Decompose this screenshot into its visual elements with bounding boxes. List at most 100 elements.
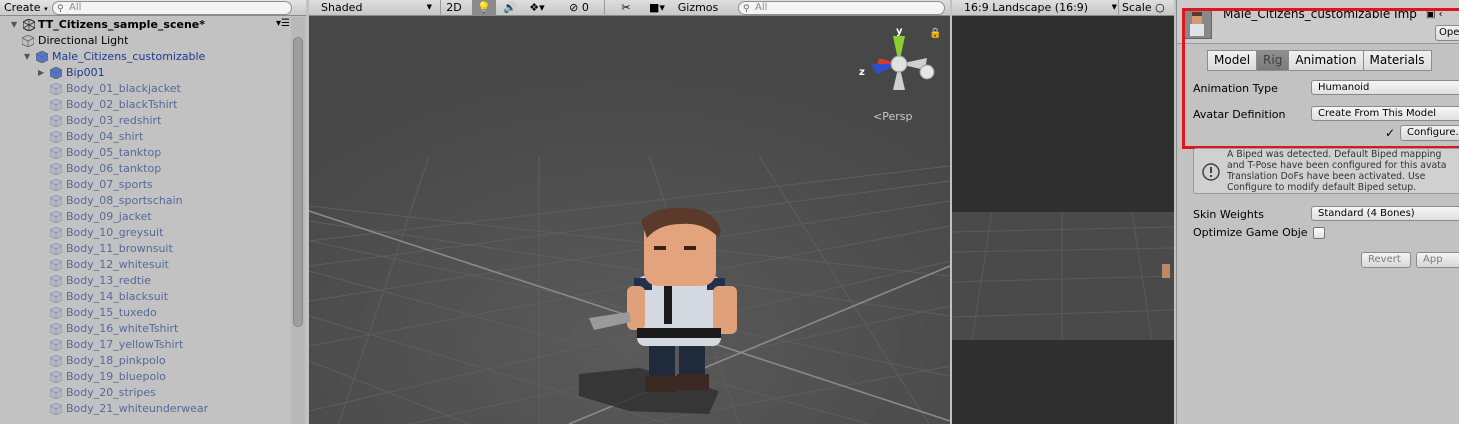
hierarchy-item[interactable]: Body_10_greysuit [0,225,292,241]
shading-mode-label: Shaded [321,1,363,14]
lighting-toggle-icon[interactable]: 💡 [472,0,496,16]
hierarchy-scrollbar-thumb[interactable] [293,37,303,327]
hierarchy-item-label: Body_08_sportschain [66,194,183,207]
hidden-objects-toggle[interactable]: ⊘ 0 [563,0,595,16]
gameobject-cube-icon [22,35,34,47]
hierarchy-item[interactable]: Body_16_whiteTshirt [0,321,292,337]
hierarchy-search-input[interactable]: ⚲ All [52,1,292,15]
gameobject-cube-icon [50,307,62,319]
create-label: Create [4,1,41,14]
hierarchy-item-label: Body_03_redshirt [66,114,162,127]
hierarchy-item[interactable]: Body_03_redshirt [0,113,292,129]
hierarchy-item[interactable]: Body_01_blackjacket [0,81,292,97]
hierarchy-item[interactable]: Body_06_tanktop [0,161,292,177]
gizmos-dropdown[interactable]: Gizmos ▼ [676,0,720,29]
collapse-arrow-icon[interactable]: ▶ [38,65,44,81]
eye-slash-icon: ⊘ [569,1,579,14]
hierarchy-item-label: Body_09_jacket [66,210,152,223]
hierarchy-item[interactable]: Body_18_pinkpolo [0,353,292,369]
gameobject-cube-icon [50,195,62,207]
skin-weights-value: Standard (4 Bones) [1318,208,1415,219]
hierarchy-item-label: Body_06_tanktop [66,162,162,175]
search-icon: ⚲ [57,4,64,14]
game-letterbox-top [952,16,1174,212]
hierarchy-item[interactable]: Body_11_brownsuit [0,241,292,257]
gameobject-cube-icon [50,259,62,271]
mode-2d-button[interactable]: 2D [442,0,466,16]
scene-toolbar: Shaded ▼ 2D 💡 🔊 ❖▾ ⊘ 0 ✂ ■▾ Gizmos ▼ ⚲ A… [309,0,950,29]
inspector-panel: Male_Citizens_customizable Imp ▣ ‹ Ope M… [1176,0,1459,424]
hierarchy-item[interactable]: Body_08_sportschain [0,193,292,209]
hierarchy-toolbar: Create ▾ ⚲ All [0,0,306,16]
effects-toggle-icon[interactable]: ❖▾ [525,0,549,16]
hierarchy-item-label: Body_12_whitesuit [66,258,169,271]
revert-button[interactable]: Revert [1361,252,1411,268]
scene-viewport[interactable] [309,16,950,424]
gizmos-label: Gizmos [677,1,719,14]
hierarchy-item-label: Body_20_stripes [66,386,156,399]
camera-icon[interactable]: ■▾ [645,0,669,16]
audio-toggle-icon[interactable]: 🔊 [499,0,521,16]
help-line: Configure to modify default Biped setup. [1227,182,1417,193]
create-button[interactable]: Create ▾ [0,0,52,16]
hierarchy-item-label: Body_14_blacksuit [66,290,169,303]
gameobject-cube-icon [50,371,62,383]
hierarchy-item[interactable]: Body_07_sports [0,177,292,193]
scene-search-input[interactable]: ⚲ All [738,1,945,15]
game-character-tiny [1162,264,1170,278]
optimize-game-objects-checkbox[interactable] [1313,227,1325,239]
hierarchy-item-label: Body_19_bluepolo [66,370,167,383]
gameobject-cube-icon [36,51,48,63]
gameobject-cube-icon [50,387,62,399]
hierarchy-item[interactable]: Body_02_blackTshirt [0,97,292,113]
skin-weights-dropdown[interactable]: Standard (4 Bones) [1311,206,1459,221]
hierarchy-item-label: Body_21_whiteunderwear [66,402,209,415]
game-view[interactable]: 16:9 Landscape (16:9) ▼ Scale ○ [952,0,1174,424]
info-icon [1202,163,1220,181]
hierarchy-item[interactable]: Body_20_stripes [0,385,292,401]
hierarchy-item[interactable]: Body_14_blacksuit [0,289,292,305]
hierarchy-item[interactable]: Body_21_whiteunderwear [0,401,292,417]
game-viewport[interactable] [952,212,1174,340]
lock-icon[interactable]: 🔒 [929,28,941,39]
scale-slider[interactable]: Scale ○ [1122,0,1172,16]
scene-view[interactable]: Shaded ▼ 2D 💡 🔊 ❖▾ ⊘ 0 ✂ ■▾ Gizmos ▼ ⚲ A… [309,0,950,424]
gameobject-cube-icon [50,291,62,303]
hierarchy-item[interactable]: Body_04_shirt [0,129,292,145]
help-line: Translation DoFs have been activated. Us… [1227,171,1426,182]
hierarchy-item-label: Body_05_tanktop [66,146,162,159]
scene-root-row[interactable]: ▼ TT_Citizens_sample_scene* ▾☰ [0,17,292,33]
projection-label: Persp [882,110,913,123]
apply-label: App [1423,254,1443,265]
hierarchy-item-label: Body_11_brownsuit [66,242,173,255]
scale-label: Scale [1122,1,1152,14]
apply-button[interactable]: App [1416,252,1459,268]
hierarchy-item[interactable]: ▶ Bip001 [0,65,292,81]
scene-menu-icon[interactable]: ▾☰ [276,16,290,32]
hierarchy-item[interactable]: Body_17_yellowTshirt [0,337,292,353]
aspect-label: 16:9 Landscape (16:9) [964,1,1089,14]
expand-arrow-icon[interactable]: ▼ [24,49,30,65]
aspect-dropdown[interactable]: 16:9 Landscape (16:9) ▼ [960,1,1120,15]
gizmo-axis-z: z [859,67,865,78]
tools-icon[interactable]: ✂ [616,0,636,16]
help-box: A Biped was detected. Default Biped mapp… [1193,148,1459,194]
shading-mode-dropdown[interactable]: Shaded ▼ [317,1,435,15]
hierarchy-item[interactable]: Body_05_tanktop [0,145,292,161]
hierarchy-item[interactable]: ▼ Male_Citizens_customizable [0,49,292,65]
hidden-count: 0 [581,1,589,14]
hierarchy-item[interactable]: Directional Light [0,33,292,49]
hierarchy-item[interactable]: Body_13_redtie [0,273,292,289]
hierarchy-item[interactable]: Body_12_whitesuit [0,257,292,273]
gameobject-cube-icon [50,323,62,335]
expand-arrow-icon[interactable]: ▼ [11,17,17,33]
hierarchy-item[interactable]: Body_19_bluepolo [0,369,292,385]
gameobject-cube-icon [50,67,62,79]
scene-name: TT_Citizens_sample_scene* [38,18,205,31]
projection-toggle[interactable]: <Persp [873,110,912,123]
hierarchy-item-label: Male_Citizens_customizable [52,50,206,63]
hierarchy-item[interactable]: Body_09_jacket [0,209,292,225]
hierarchy-item[interactable]: Body_15_tuxedo [0,305,292,321]
gameobject-cube-icon [50,99,62,111]
gameobject-cube-icon [50,355,62,367]
